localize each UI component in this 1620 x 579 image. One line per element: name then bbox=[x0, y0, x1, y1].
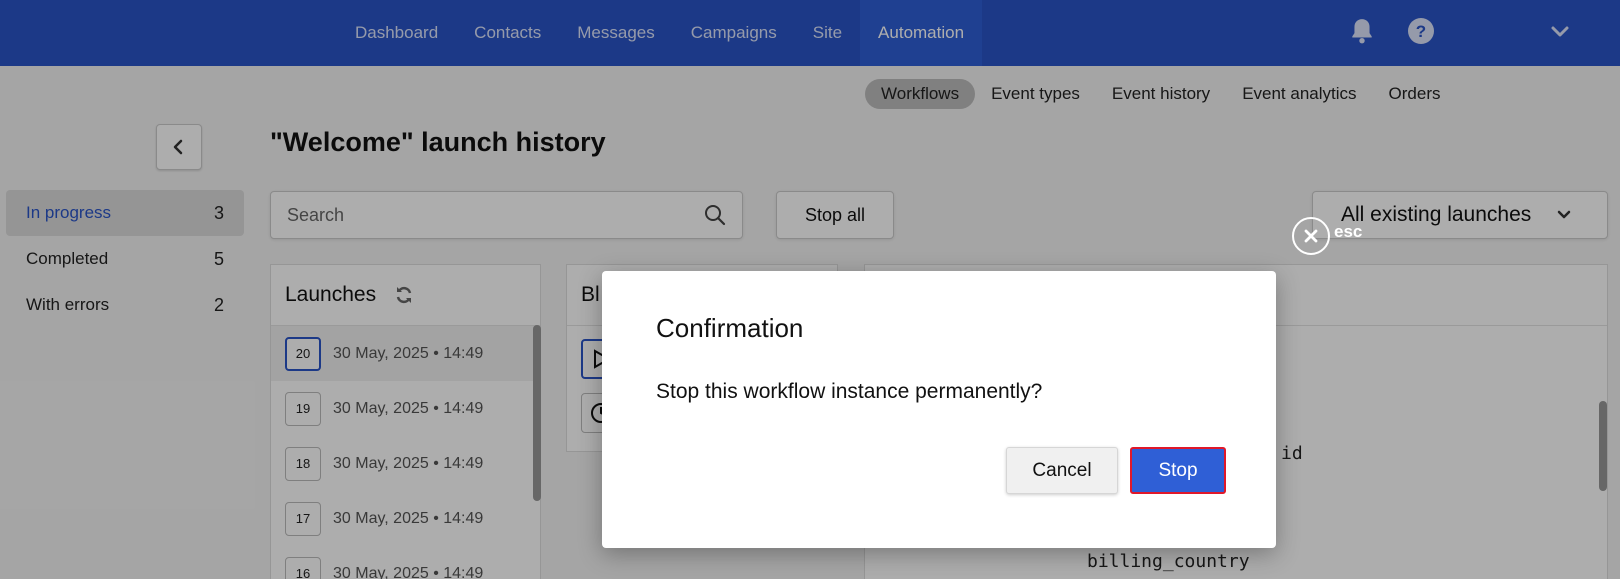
confirmation-dialog: Confirmation Stop this workflow instance… bbox=[602, 271, 1276, 548]
dialog-title: Confirmation bbox=[656, 313, 804, 343]
dialog-message: Stop this workflow instance permanently? bbox=[656, 380, 1043, 403]
cancel-button[interactable]: Cancel bbox=[1006, 447, 1118, 494]
esc-close[interactable]: esc bbox=[1292, 217, 1362, 255]
close-icon[interactable] bbox=[1292, 217, 1330, 255]
esc-label: esc bbox=[1334, 222, 1363, 241]
stop-button[interactable]: Stop bbox=[1130, 447, 1226, 494]
